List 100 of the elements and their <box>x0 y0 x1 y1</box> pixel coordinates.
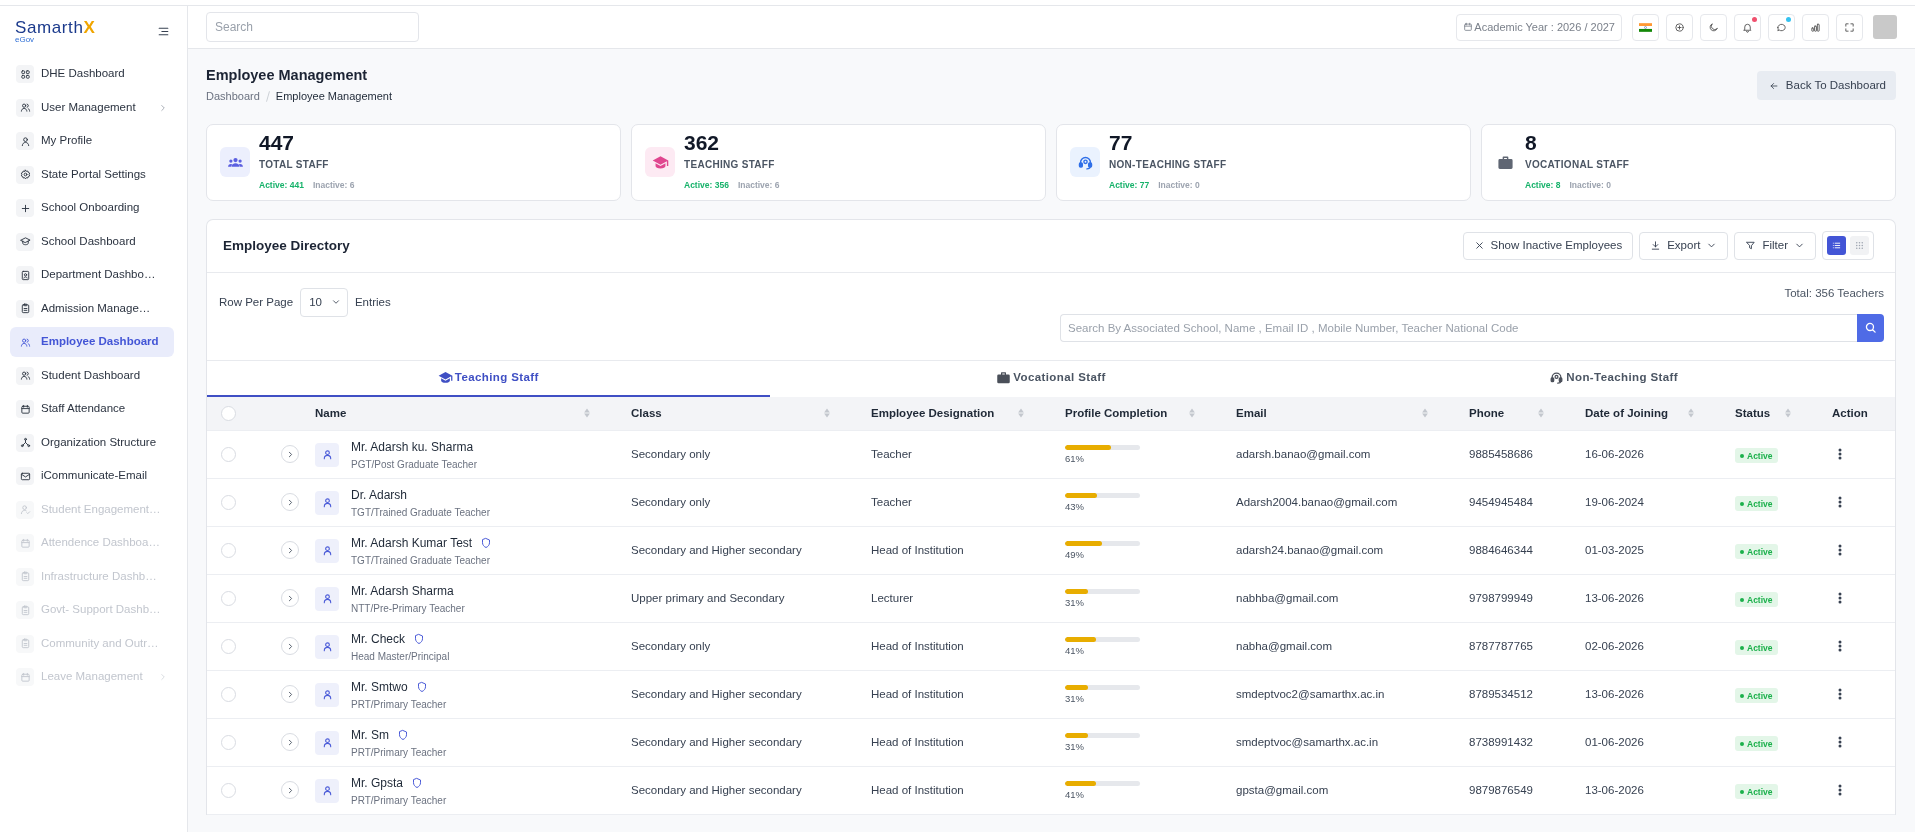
grid-icon <box>16 65 34 83</box>
table-cell: nabha@gmail.com <box>1228 622 1461 671</box>
user-check-icon <box>16 500 34 519</box>
table-cell: Teacher <box>863 478 1057 527</box>
sidebar-item[interactable]: DHE Dashboard <box>10 59 174 89</box>
table-cell: adarsh24.banao@gmail.com <box>1228 526 1461 575</box>
notifications-button[interactable] <box>1734 13 1761 41</box>
more-icon <box>1838 639 1842 652</box>
progress-label: 49% <box>1065 549 1085 561</box>
more-icon <box>1838 735 1842 748</box>
messages-button[interactable] <box>1768 13 1795 41</box>
briefcase-icon <box>1497 153 1514 171</box>
expand-button[interactable] <box>281 445 299 464</box>
sidebar-item[interactable]: Staff Attendance <box>10 394 174 424</box>
expand-button[interactable] <box>281 541 299 560</box>
table-cell: Secondary only <box>623 478 863 527</box>
rows-per-page-select[interactable]: 10 <box>300 287 348 317</box>
status-text: Active <box>1747 497 1773 511</box>
user-icon <box>16 132 34 150</box>
employee-name: Dr. Adarsh <box>351 486 408 503</box>
row-checkbox[interactable] <box>221 591 236 607</box>
employee-role: NTT/Pre-Primary Teacher <box>351 601 465 615</box>
directory-title: Employee Directory <box>223 237 350 254</box>
directory-search-field[interactable]: Search By Associated School, Name , Email ID , Mobile Number, Teacher National Code <box>1060 313 1857 342</box>
clipboard-icon <box>16 601 34 619</box>
user-icon <box>315 778 339 803</box>
sidebar-item[interactable]: Department Dashbo… <box>10 260 174 290</box>
sidebar-item[interactable]: My Profile <box>10 126 174 156</box>
row-checkbox[interactable] <box>221 495 236 511</box>
academic-year-button[interactable]: Academic Year : 2026 / 2027 <box>1456 13 1622 41</box>
column-header: Email <box>1236 405 1267 421</box>
expand-button[interactable] <box>281 637 299 656</box>
row-checkbox[interactable] <box>221 783 236 799</box>
calendar-icon <box>1463 22 1474 32</box>
more-icon <box>1838 591 1842 604</box>
table-cell: 9454945484 <box>1461 478 1577 527</box>
stats-button[interactable] <box>1802 13 1829 41</box>
breadcrumb-link[interactable]: Dashboard <box>206 88 260 105</box>
active-count: Active: 441 <box>259 179 304 192</box>
search-field[interactable]: Search <box>206 12 419 42</box>
row-checkbox[interactable] <box>221 639 236 655</box>
row-checkbox[interactable] <box>221 447 236 463</box>
table-cell: Upper primary and Secondary <box>623 574 863 623</box>
graduation-cap-icon <box>16 232 34 251</box>
sidebar-item[interactable]: Student Dashboard <box>10 360 174 391</box>
sidebar-item[interactable]: State Portal Settings <box>10 159 174 190</box>
expand-button[interactable] <box>281 685 299 704</box>
back-button[interactable]: Back To Dashboard <box>1756 71 1896 100</box>
logo-wordmark: SamarthX <box>15 19 96 36</box>
status-text: Active <box>1747 545 1773 559</box>
sidebar-item[interactable]: School Onboarding <box>10 193 174 223</box>
calendar-icon <box>16 534 34 552</box>
sidebar-item[interactable]: Employee Dashboard <box>10 327 174 357</box>
search-button[interactable] <box>1857 313 1884 342</box>
headset-icon <box>1549 370 1565 386</box>
view-mode-button[interactable] <box>1827 236 1846 256</box>
cross-icon <box>1473 240 1485 252</box>
expand-button[interactable] <box>281 781 299 800</box>
stat-label: VOCATIONAL STAFF <box>1525 158 1630 173</box>
bell-icon <box>1742 21 1753 33</box>
row-checkbox[interactable] <box>221 543 236 559</box>
expand-button[interactable] <box>281 589 299 608</box>
table-cell: 01-03-2025 <box>1577 526 1727 575</box>
sidebar-item[interactable]: User Management <box>10 92 174 123</box>
sidebar-item[interactable]: Admission Manage… <box>10 293 174 324</box>
sidebar-item[interactable]: School Dashboard <box>10 226 174 257</box>
status-text: Active <box>1747 449 1773 463</box>
inactive-count: Inactive: 0 <box>1569 179 1611 192</box>
table-cell: Secondary and Higher secondary <box>623 670 863 719</box>
column-header: Date of Joining <box>1585 405 1669 421</box>
expand-button[interactable] <box>281 493 299 512</box>
language-button[interactable] <box>1632 13 1659 41</box>
avatar-placeholder[interactable] <box>1873 15 1897 39</box>
filter-button[interactable]: Filter <box>1734 231 1816 260</box>
table-cell: Head of Institution <box>863 718 1057 767</box>
fullscreen-button[interactable] <box>1836 13 1863 41</box>
expand-button[interactable] <box>281 733 299 752</box>
row-checkbox[interactable] <box>221 735 236 751</box>
chat-icon <box>1776 21 1787 33</box>
table-cell: Adarsh2004.banao@gmail.com <box>1228 478 1461 527</box>
theme-toggle-button[interactable] <box>1700 13 1727 41</box>
select-all-checkbox[interactable] <box>221 406 236 422</box>
status-dot-icon <box>1740 741 1744 746</box>
bar-chart-icon <box>1810 21 1821 33</box>
table-cell: Head of Institution <box>863 622 1057 671</box>
sidebar-item[interactable]: Organization Structure <box>10 427 174 458</box>
headset-icon <box>1070 147 1100 178</box>
more-icon <box>1838 687 1842 700</box>
user-icon <box>315 634 339 659</box>
menu-button[interactable] <box>157 25 170 38</box>
employee-role: TGT/Trained Graduate Teacher <box>351 553 491 567</box>
add-button[interactable] <box>1666 13 1693 41</box>
sidebar-item[interactable]: iCommunicate-Email <box>10 461 174 491</box>
row-checkbox[interactable] <box>221 687 236 703</box>
stat-label: TOTAL STAFF <box>259 158 330 173</box>
table-cell: adarsh.banao@gmail.com <box>1228 430 1461 479</box>
column-header: Action <box>1824 396 1895 431</box>
export-button[interactable]: Export <box>1639 231 1729 260</box>
table-cell: 02-06-2026 <box>1577 622 1727 671</box>
progress-label: 31% <box>1065 693 1085 705</box>
